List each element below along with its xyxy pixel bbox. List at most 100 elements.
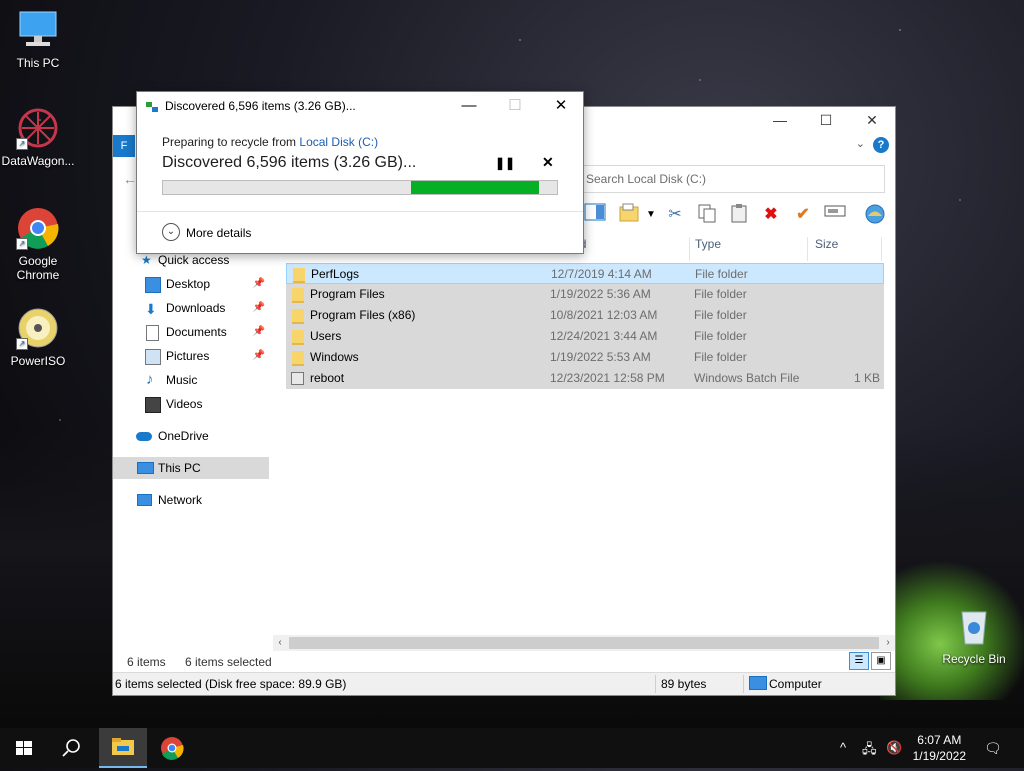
network-tray-icon[interactable]: 🖧 (862, 740, 877, 762)
dialog-separator (137, 211, 583, 212)
pause-icon[interactable]: ❚❚ (495, 156, 515, 170)
pin-icon[interactable]: 📌 (253, 321, 265, 343)
delete-icon[interactable]: ✖ (759, 203, 783, 227)
download-icon: ⬇ (145, 301, 157, 317)
pin-icon[interactable]: 📌 (253, 297, 265, 319)
windows-logo-icon (16, 741, 32, 755)
folder-icon (292, 351, 304, 366)
scroll-right-arrow-icon[interactable]: › (881, 635, 895, 651)
computer-icon (749, 676, 767, 690)
horizontal-scrollbar[interactable]: ‹ › (273, 635, 895, 651)
chevron-down-icon: ⌄ (162, 223, 180, 241)
globe-icon[interactable] (863, 203, 887, 227)
details-statusbar: 6 items selected (Disk free space: 89.9 … (113, 672, 895, 695)
folder-icon (292, 330, 304, 345)
properties-icon[interactable] (617, 203, 641, 227)
scrollbar-thumb[interactable] (289, 637, 879, 649)
nav-network[interactable]: Network (113, 489, 269, 511)
progress-bar (162, 180, 558, 195)
nav-music[interactable]: ♪ Music (113, 369, 269, 391)
column-separator[interactable] (881, 237, 882, 261)
desktop-icon-poweriso[interactable]: ↗ PowerISO (0, 306, 76, 368)
help-icon[interactable]: ? (873, 137, 889, 153)
start-button[interactable] (0, 728, 48, 768)
notifications-icon[interactable]: 🗨 (984, 740, 1002, 757)
ribbon-expand-chevron-icon[interactable]: ⌄ (856, 137, 865, 150)
taskbar-file-explorer[interactable] (99, 728, 147, 768)
desktop-icon-datawagon[interactable]: ↗ DataWagon... (0, 106, 76, 168)
location-label: Computer (769, 677, 822, 691)
nav-this-pc[interactable]: This PC (113, 457, 269, 479)
folder-icon (292, 288, 304, 303)
file-row[interactable]: Program Files (x86) 10/8/2021 12:03 AM F… (286, 305, 884, 326)
disk-free-space: 6 items selected (Disk free space: 89.9 … (115, 677, 347, 691)
shortcut-arrow-icon: ↗ (16, 238, 28, 250)
pin-icon[interactable]: 📌 (253, 345, 265, 367)
minimize-button[interactable]: — (757, 107, 803, 133)
details-view-icon[interactable]: ☰ (849, 652, 869, 670)
taskbar-chrome[interactable] (148, 728, 196, 768)
progress-bar-fill (411, 181, 540, 194)
column-separator[interactable] (807, 237, 808, 261)
poweriso-icon: ↗ (16, 306, 60, 350)
desktop-icon-recycle-bin[interactable]: Recycle Bin (936, 604, 1012, 666)
large-icons-view-icon[interactable]: ▣ (871, 652, 891, 670)
volume-muted-icon[interactable]: 🔇 (886, 740, 902, 756)
search-input[interactable]: Search Local Disk (C:) (581, 165, 885, 193)
item-count: 6 items (127, 655, 166, 669)
column-size[interactable]: Size (815, 237, 838, 251)
recycle-bin-icon (952, 604, 996, 648)
selected-count: 6 items selected (185, 655, 272, 669)
desktop-icon-chrome[interactable]: ↗ Google Chrome (0, 206, 76, 282)
nav-onedrive[interactable]: OneDrive (113, 425, 269, 447)
taskbar-clock[interactable]: 6:07 AM 1/19/2022 (913, 732, 966, 764)
copy-icon[interactable] (695, 203, 719, 227)
nav-videos[interactable]: Videos (113, 393, 269, 415)
recycle-progress-dialog: Discovered 6,596 items (3.26 GB)... — ☐ … (136, 91, 584, 254)
music-icon: ♪ (146, 371, 154, 388)
statusbar-separator (655, 675, 656, 693)
statusbar-separator (743, 675, 744, 693)
file-row[interactable]: Windows 1/19/2022 5:53 AM File folder (286, 347, 884, 368)
source-link[interactable]: Local Disk (C:) (299, 135, 378, 149)
cut-icon[interactable]: ✂ (663, 203, 687, 227)
pin-icon[interactable]: 📌 (253, 273, 265, 295)
onedrive-icon (136, 432, 152, 441)
desktop-icon (145, 277, 161, 293)
show-hidden-icons-chevron-icon[interactable]: ^ (840, 740, 846, 755)
desktop-icon-this-pc[interactable]: This PC (0, 8, 76, 70)
nav-documents[interactable]: Documents 📌 (113, 321, 269, 343)
view-pane-icon[interactable] (583, 203, 607, 227)
file-row[interactable]: Program Files 1/19/2022 5:36 AM File fol… (286, 284, 884, 305)
file-row[interactable]: PerfLogs 12/7/2019 4:14 AM File folder (286, 263, 884, 284)
check-icon[interactable]: ✔ (791, 203, 815, 227)
dialog-title: Discovered 6,596 items (3.26 GB)... (165, 99, 356, 113)
chrome-icon: ↗ (16, 206, 60, 250)
nav-pictures[interactable]: Pictures 📌 (113, 345, 269, 367)
dialog-minimize-button[interactable]: — (446, 92, 492, 120)
dialog-maximize-button: ☐ (508, 97, 522, 114)
shortcut-arrow-icon: ↗ (16, 338, 28, 350)
dropdown-arrow-icon[interactable]: ▼ (639, 203, 663, 227)
column-separator[interactable] (689, 237, 690, 261)
videos-icon (145, 397, 161, 413)
nav-desktop[interactable]: Desktop 📌 (113, 273, 269, 295)
close-button[interactable]: ✕ (849, 107, 895, 133)
nav-downloads[interactable]: ⬇ Downloads 📌 (113, 297, 269, 319)
rename-icon[interactable] (823, 203, 847, 227)
back-arrow-icon[interactable]: ← (123, 171, 137, 187)
documents-icon (146, 325, 159, 341)
cancel-icon[interactable]: ✕ (542, 154, 554, 171)
column-type[interactable]: Type (695, 237, 721, 251)
file-tab[interactable]: F (113, 135, 135, 157)
datawagon-icon: ↗ (16, 106, 60, 150)
file-row[interactable]: Users 12/24/2021 3:44 AM File folder (286, 326, 884, 347)
batch-file-icon (291, 372, 304, 385)
dialog-close-button[interactable]: ✕ (538, 92, 584, 120)
paste-icon[interactable] (727, 203, 751, 227)
search-button[interactable] (48, 728, 96, 768)
file-row[interactable]: reboot 12/23/2021 12:58 PM Windows Batch… (286, 368, 884, 389)
maximize-button[interactable]: ☐ (803, 107, 849, 133)
network-icon (137, 494, 152, 506)
scroll-left-arrow-icon[interactable]: ‹ (273, 635, 287, 651)
